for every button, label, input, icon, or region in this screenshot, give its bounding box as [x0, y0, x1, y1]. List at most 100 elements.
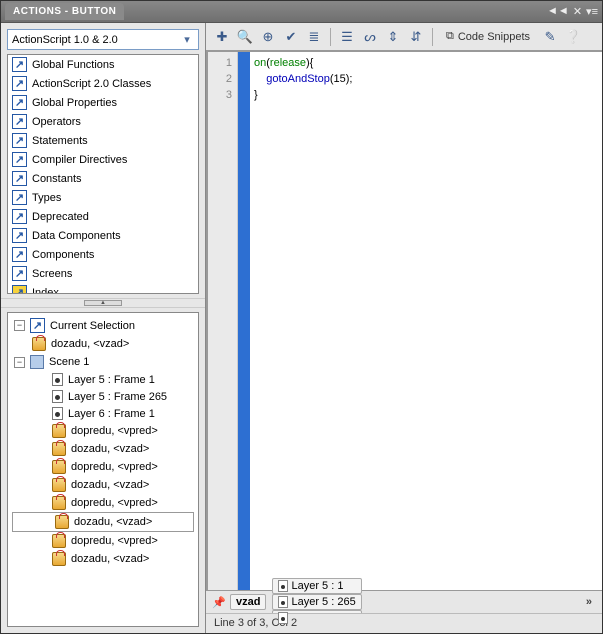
frame-icon: [278, 612, 288, 624]
language-dropdown[interactable]: ActionScript 1.0 & 2.0 ▾: [7, 29, 199, 50]
line-number: 1: [208, 55, 232, 71]
tree-group[interactable]: − Scene 1: [10, 353, 196, 371]
selection-margin: [238, 52, 250, 590]
toolbox-item[interactable]: ↗ Statements: [8, 131, 198, 150]
tree-node-label: dopredu, <vpred>: [71, 425, 158, 437]
frame-icon: [52, 390, 63, 403]
toolbox-item-label: Types: [32, 192, 61, 204]
collapse-icon[interactable]: ◄◄: [547, 5, 569, 18]
panel-menu-icon[interactable]: ▾≡: [586, 5, 598, 18]
frame-icon: [278, 580, 288, 592]
code-line: gotoAndStop(15);: [254, 71, 602, 87]
button-symbol-icon: [52, 460, 66, 474]
tree-node[interactable]: Layer 5 : Frame 265: [10, 388, 196, 405]
tree-node[interactable]: dozadu, <vzad>: [10, 550, 196, 568]
selection-icon: ↗: [30, 318, 45, 333]
book-icon: ↗: [12, 152, 27, 167]
book-icon: ↗: [12, 133, 27, 148]
script-tabs-bar: 📌 vzad Layer 5 : 1Layer 5 : 265Layer 6 :…: [206, 590, 602, 613]
active-script-label: vzad: [236, 596, 260, 608]
book-icon: ↗: [12, 228, 27, 243]
toolbox-item[interactable]: ↗ Compiler Directives: [8, 150, 198, 169]
toolbox-item[interactable]: ↗ActionScript 2.0 Classes: [8, 74, 198, 93]
tree-node[interactable]: dopredu, <vpred>: [10, 532, 196, 550]
find-icon[interactable]: 🔍: [235, 27, 255, 47]
tree-node[interactable]: dopredu, <vpred>: [10, 458, 196, 476]
toolbox-item[interactable]: ↗Data Components: [8, 226, 198, 245]
active-script-chip[interactable]: vzad: [230, 594, 266, 610]
tree-group-label: Scene 1: [49, 356, 89, 368]
check-syntax-icon[interactable]: ✔: [281, 27, 301, 47]
tree-group[interactable]: −↗ Current Selection: [10, 316, 196, 335]
button-symbol-icon: [55, 515, 69, 529]
auto-format-icon[interactable]: ≣: [304, 27, 324, 47]
tree-node[interactable]: dozadu, <vzad>: [10, 476, 196, 494]
tree-group-label: Current Selection: [50, 320, 135, 332]
collapse-toggle-icon[interactable]: −: [14, 357, 25, 368]
close-icon[interactable]: ✕: [573, 5, 582, 18]
panel-tab[interactable]: ACTIONS - BUTTON: [5, 3, 124, 20]
book-icon: ↗: [12, 209, 27, 224]
expand-block-icon[interactable]: ⇵: [406, 27, 426, 47]
book-icon: ↗: [12, 76, 27, 91]
tree-node[interactable]: dozadu, <vzad>: [10, 335, 196, 353]
target-icon[interactable]: ⊕: [258, 27, 278, 47]
book-icon: ↗: [12, 190, 27, 205]
more-chevron-icon[interactable]: »: [582, 596, 596, 608]
tree-node[interactable]: dopredu, <vpred>: [10, 422, 196, 440]
code-area[interactable]: on(release){ gotoAndStop(15);}: [250, 52, 602, 590]
line-number: 3: [208, 87, 232, 103]
toolbox-item[interactable]: ↗ Constants: [8, 169, 198, 188]
tree-node-label: dozadu, <vzad>: [71, 553, 149, 565]
tree-node[interactable]: Layer 5 : Frame 1: [10, 371, 196, 388]
toolbox-item[interactable]: ↗Index: [8, 283, 198, 294]
button-symbol-icon: [52, 534, 66, 548]
scene-icon: [30, 355, 44, 369]
script-chip[interactable]: Layer 5 : 265: [272, 594, 361, 610]
left-pane: ActionScript 1.0 & 2.0 ▾ ↗Global Functio…: [1, 23, 206, 633]
book-icon: ↗: [12, 171, 27, 186]
toolbox-item-label: Screens: [32, 268, 72, 280]
toolbox-item[interactable]: ↗ Types: [8, 188, 198, 207]
tree-node-label: dozadu, <vzad>: [71, 443, 149, 455]
toolbox-list[interactable]: ↗Global Functions↗ActionScript 2.0 Class…: [7, 54, 199, 294]
toolbox-item[interactable]: ↗Global Functions: [8, 55, 198, 74]
tree-node[interactable]: dozadu, <vzad>: [10, 440, 196, 458]
button-symbol-icon: [52, 442, 66, 456]
tree-node-label: Layer 6 : Frame 1: [68, 408, 155, 420]
script-chip[interactable]: Layer 5 : 1: [272, 578, 361, 594]
code-snippets-button[interactable]: ⧉ Code Snippets: [439, 29, 537, 44]
tree-node-label: dozadu, <vzad>: [74, 516, 152, 528]
chip-label: Layer 5 : 265: [291, 596, 355, 608]
toolbox-item[interactable]: ↗Components: [8, 245, 198, 264]
pin-icon[interactable]: 📌: [212, 596, 224, 608]
script-assist-icon[interactable]: ✎: [540, 27, 560, 47]
tree-node-label: dopredu, <vpred>: [71, 497, 158, 509]
tree-node[interactable]: dozadu, <vzad>: [12, 512, 194, 532]
frame-icon: [52, 407, 63, 420]
toolbox-item-label: Compiler Directives: [32, 154, 127, 166]
button-symbol-icon: [52, 424, 66, 438]
script-navigator[interactable]: −↗Current Selectiondozadu, <vzad>−Scene …: [7, 312, 199, 627]
code-editor[interactable]: 123 on(release){ gotoAndStop(15);}: [206, 51, 602, 590]
toolbox-item[interactable]: ↗Deprecated: [8, 207, 198, 226]
toolbox-item-label: Constants: [32, 173, 82, 185]
toolbox-item[interactable]: ↗Operators: [8, 112, 198, 131]
collapse-block-icon[interactable]: ⇕: [383, 27, 403, 47]
toolbox-item[interactable]: ↗Global Properties: [8, 93, 198, 112]
add-script-icon[interactable]: ✚: [212, 27, 232, 47]
button-symbol-icon: [52, 478, 66, 492]
line-gutter: 123: [208, 52, 238, 590]
button-symbol-icon: [52, 552, 66, 566]
toolbox-item-label: Operators: [32, 116, 81, 128]
code-hint-icon[interactable]: ☰: [337, 27, 357, 47]
splitter[interactable]: ▲: [1, 298, 205, 308]
tree-node[interactable]: Layer 6 : Frame 1: [10, 405, 196, 422]
help-icon[interactable]: ❔: [563, 27, 583, 47]
panel-titlebar: ACTIONS - BUTTON ◄◄ ✕ ▾≡: [1, 1, 602, 23]
toolbox-item[interactable]: ↗Screens: [8, 264, 198, 283]
debug-options-icon[interactable]: ᔕ: [360, 27, 380, 47]
tree-node[interactable]: dopredu, <vpred>: [10, 494, 196, 512]
toolbox-item-label: Statements: [32, 135, 88, 147]
collapse-toggle-icon[interactable]: −: [14, 320, 25, 331]
